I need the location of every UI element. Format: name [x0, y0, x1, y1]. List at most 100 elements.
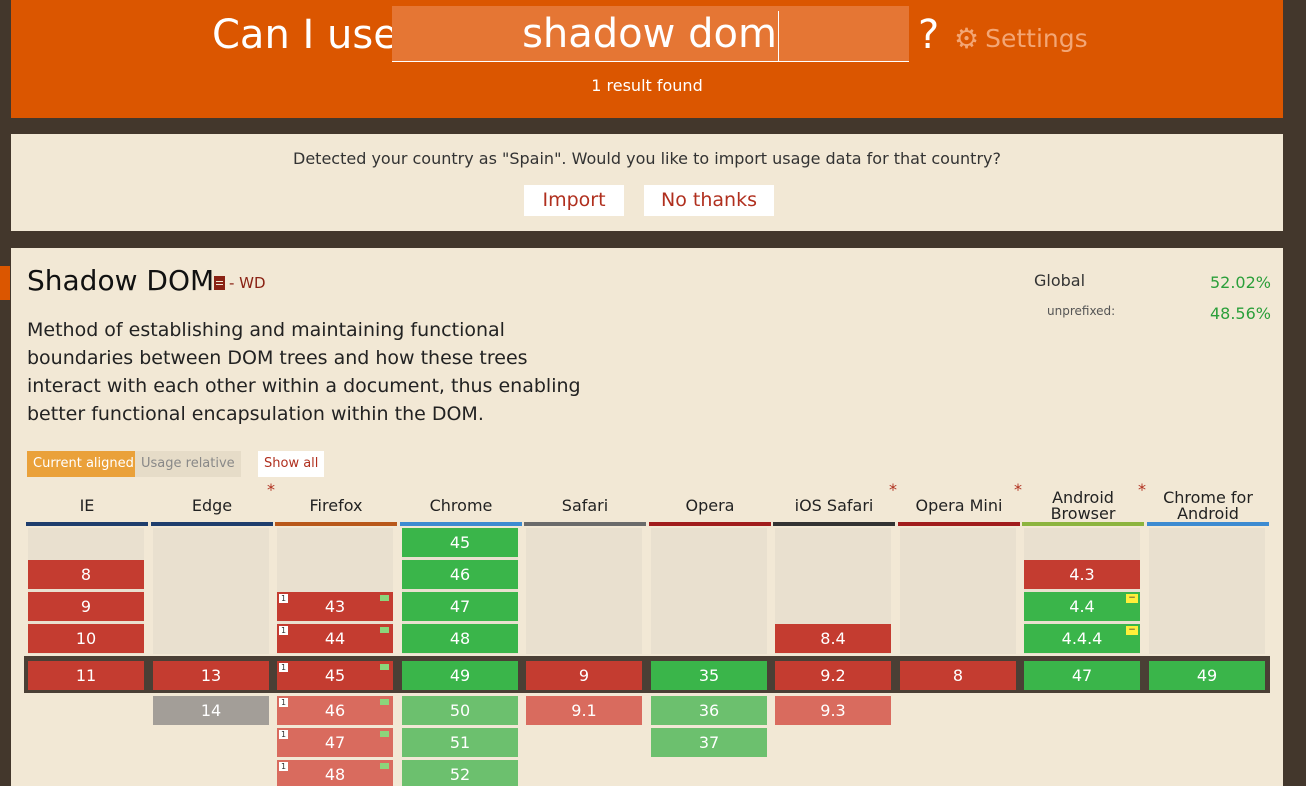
settings-label: Settings: [985, 24, 1088, 53]
usage-relative-button[interactable]: Usage relative: [135, 451, 241, 477]
version-cell[interactable]: 49: [402, 661, 518, 690]
version-label: 14: [200, 701, 222, 720]
version-cell[interactable]: 43 1: [277, 592, 393, 621]
version-label: 4.4: [1069, 597, 1095, 616]
version-cell[interactable]: 47 1: [277, 728, 393, 757]
version-cell[interactable]: 13: [153, 661, 269, 690]
version-label: 9: [578, 666, 590, 685]
browser-name: Android Browser *: [1022, 482, 1146, 526]
version-label: 48: [449, 629, 471, 648]
search-query: shadow dom: [522, 11, 777, 57]
version-cell[interactable]: 45: [402, 528, 518, 557]
version-cell[interactable]: 44 1: [277, 624, 393, 653]
browser-name-label: Chrome: [429, 496, 493, 515]
version-cell[interactable]: 4.3: [1024, 560, 1140, 589]
version-cell[interactable]: 47: [1024, 661, 1140, 690]
version-label: 48: [324, 765, 346, 784]
note-asterisk[interactable]: *: [889, 482, 897, 498]
note-number: 1: [279, 762, 288, 771]
browser-name-label: Opera Mini: [915, 496, 1003, 515]
version-cell[interactable]: 8.4: [775, 624, 891, 653]
version-cell[interactable]: 9: [28, 592, 144, 621]
note-number: 1: [279, 594, 288, 603]
browser-color-bar: [773, 522, 895, 526]
version-cell[interactable]: 51: [402, 728, 518, 757]
version-label: 35: [698, 666, 720, 685]
version-cell[interactable]: 47: [402, 592, 518, 621]
version-cell[interactable]: 36: [651, 696, 767, 725]
version-label: 9.3: [820, 701, 846, 720]
browser-name: Safari: [524, 486, 646, 526]
version-cell[interactable]: 9.2: [775, 661, 891, 690]
version-cell[interactable]: 9.1: [526, 696, 642, 725]
country-message: Detected your country as "Spain". Would …: [293, 149, 1001, 168]
version-cell[interactable]: 8: [900, 661, 1016, 690]
feature-description: Method of establishing and maintaining f…: [27, 319, 581, 425]
version-cell[interactable]: 46: [402, 560, 518, 589]
browser-color-bar: [524, 522, 646, 526]
search-input[interactable]: shadow dom: [392, 6, 909, 62]
flag-icon: [380, 699, 389, 705]
version-cell[interactable]: 4.4.4 −: [1024, 624, 1140, 653]
version-cell[interactable]: 46 1: [277, 696, 393, 725]
version-cell[interactable]: 48 1: [277, 760, 393, 786]
column-background: [900, 528, 1016, 654]
version-label: 4.3: [1069, 565, 1095, 584]
spec-label: - WD: [229, 274, 266, 292]
version-cell[interactable]: 52: [402, 760, 518, 786]
version-cell[interactable]: 9.3: [775, 696, 891, 725]
browser-name: Firefox: [275, 486, 397, 526]
browser-name-label: Edge: [191, 496, 233, 515]
results-count: 1 result found: [591, 76, 703, 95]
browser-name: Edge *: [151, 482, 275, 526]
flag-icon: [380, 731, 389, 737]
site-header: Can I use shadow dom ? ⚙ Settings 1 resu…: [11, 0, 1283, 118]
version-label: 4.4.4: [1061, 629, 1103, 648]
version-label: 44: [324, 629, 346, 648]
settings-button[interactable]: ⚙ Settings: [954, 22, 1088, 55]
version-cell[interactable]: 45 1: [277, 661, 393, 690]
browser-color-bar: [1022, 522, 1144, 526]
browser-name: Opera: [649, 486, 771, 526]
version-label: 46: [449, 565, 471, 584]
version-label: 51: [449, 733, 471, 752]
show-all-button[interactable]: Show all: [258, 451, 325, 477]
version-label: 10: [75, 629, 97, 648]
browser-name-label: Safari: [561, 496, 609, 515]
browser-name: iOS Safari *: [773, 482, 897, 526]
version-label: 43: [324, 597, 346, 616]
version-cell[interactable]: 8: [28, 560, 144, 589]
current-aligned-button[interactable]: Current aligned: [27, 451, 140, 477]
version-cell[interactable]: 49: [1149, 661, 1265, 690]
version-cell[interactable]: 4.4 −: [1024, 592, 1140, 621]
browser-color-bar: [1147, 522, 1269, 526]
version-cell[interactable]: 9: [526, 661, 642, 690]
note-asterisk[interactable]: *: [267, 482, 275, 498]
browser-color-bar: [275, 522, 397, 526]
version-label: 52: [449, 765, 471, 784]
feature-title[interactable]: Shadow DOM: [27, 264, 214, 297]
note-number: 1: [279, 730, 288, 739]
note-asterisk[interactable]: *: [1014, 482, 1022, 498]
global-usage-label: Global: [1034, 271, 1086, 290]
side-tab[interactable]: [0, 266, 10, 300]
version-cell[interactable]: 37: [651, 728, 767, 757]
browser-name: Opera Mini *: [898, 482, 1022, 526]
version-label: 13: [200, 666, 222, 685]
version-label: 8.4: [820, 629, 846, 648]
version-cell[interactable]: 14: [153, 696, 269, 725]
no-thanks-button[interactable]: No thanks: [644, 185, 774, 216]
column-background: [1149, 528, 1265, 654]
import-button[interactable]: Import: [524, 185, 624, 216]
version-label: 49: [1196, 666, 1218, 685]
version-cell[interactable]: 50: [402, 696, 518, 725]
global-usage-value: 52.02%: [1209, 273, 1271, 292]
version-cell[interactable]: 10: [28, 624, 144, 653]
version-cell[interactable]: 11: [28, 661, 144, 690]
note-asterisk[interactable]: *: [1138, 482, 1146, 498]
question-mark: ?: [918, 12, 940, 58]
version-cell[interactable]: 48: [402, 624, 518, 653]
spec-status[interactable]: - WD: [214, 274, 266, 292]
browser-color-bar: [26, 522, 148, 526]
version-cell[interactable]: 35: [651, 661, 767, 690]
